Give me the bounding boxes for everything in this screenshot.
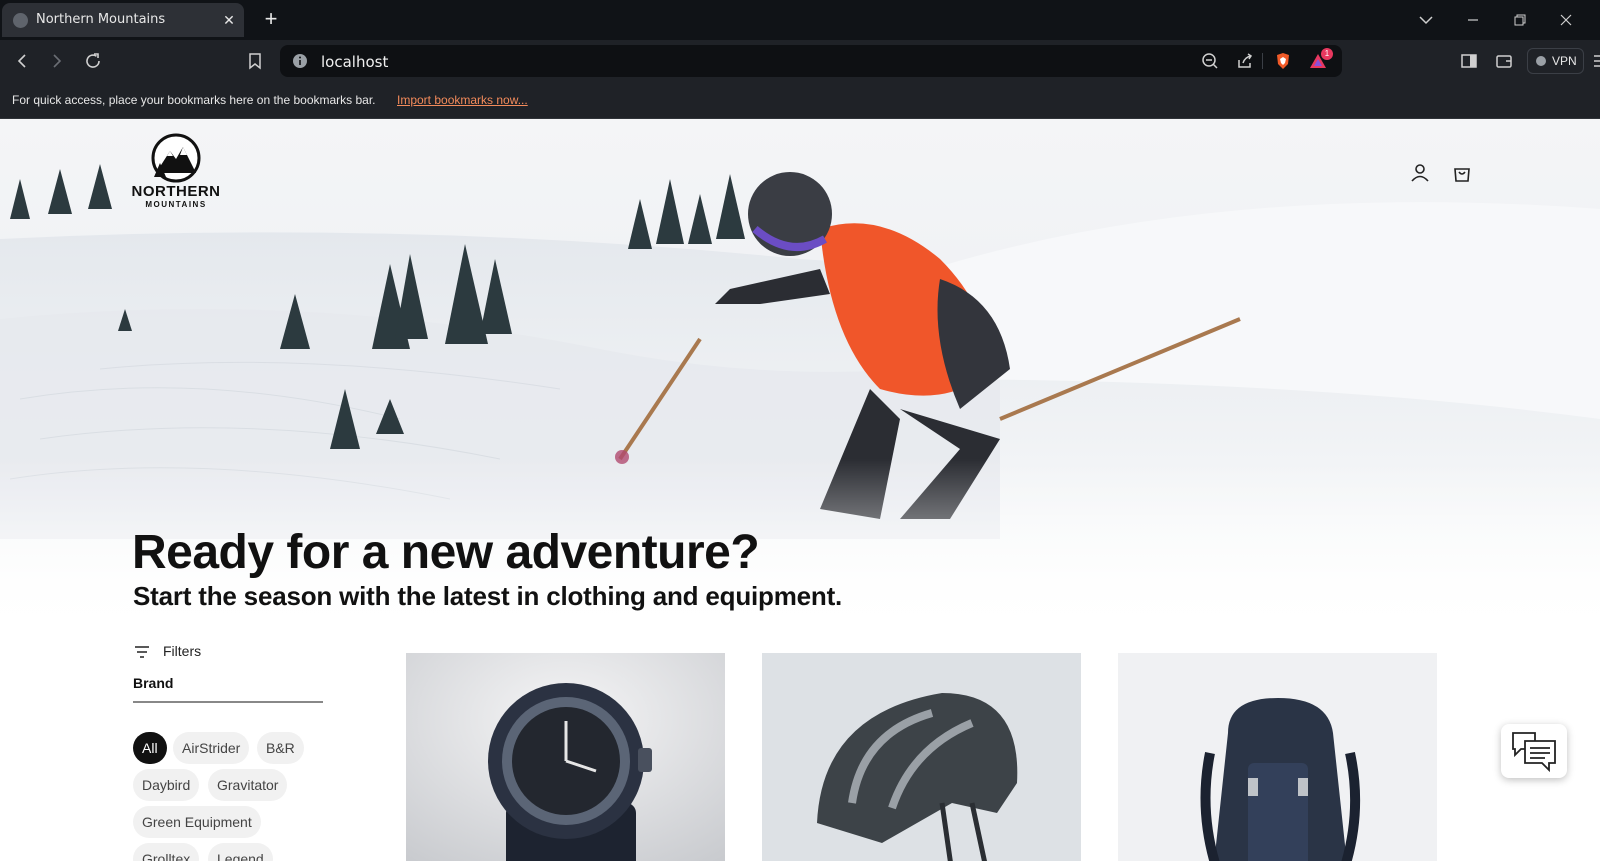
brand-chip-green-equipment[interactable]: Green Equipment	[133, 806, 261, 838]
backpack-image	[1118, 653, 1437, 861]
logo-wordmark: NORTHERN	[131, 183, 221, 200]
share-icon[interactable]	[1235, 51, 1255, 71]
web-page: NORTHERN MOUNTAINS Ready for a new adven…	[0, 119, 1600, 861]
account-icon[interactable]	[1408, 161, 1432, 185]
brand-chip-daybird[interactable]: Daybird	[133, 769, 200, 801]
favicon-icon	[13, 13, 28, 28]
product-card-helmet[interactable]	[762, 653, 1081, 861]
omnibox-divider	[1262, 53, 1263, 69]
mountain-logo-icon	[151, 133, 201, 183]
brand-chip-airstrider[interactable]: AirStrider	[173, 732, 250, 764]
product-card-watch[interactable]	[406, 653, 725, 861]
close-window-icon[interactable]	[1556, 10, 1576, 30]
address-bar[interactable]: localhost 1	[280, 45, 1342, 77]
cart-icon[interactable]	[1450, 161, 1474, 185]
import-bookmarks-link[interactable]: Import bookmarks now...	[397, 93, 528, 107]
rewards-badge: 1	[1321, 48, 1333, 60]
filter-icon	[135, 646, 149, 658]
minimize-icon[interactable]	[1463, 10, 1483, 30]
helmet-image	[762, 653, 1081, 861]
site-info-icon[interactable]	[290, 51, 310, 71]
tab-search-chevron-icon[interactable]	[1416, 10, 1436, 30]
filters-label: Filters	[163, 643, 202, 659]
vpn-status-icon	[1536, 56, 1546, 66]
forward-icon[interactable]	[45, 49, 69, 73]
brand-divider	[133, 701, 323, 703]
bookmarks-bar-hint: For quick access, place your bookmarks h…	[12, 93, 376, 107]
browser-toolbar: localhost 1 VPN	[0, 40, 1600, 82]
chat-widget-button[interactable]	[1501, 724, 1567, 778]
logo-submark: MOUNTAINS	[145, 200, 207, 209]
close-tab-icon[interactable]: ✕	[220, 11, 238, 29]
hero-title: Ready for a new adventure?	[132, 526, 760, 579]
menu-icon[interactable]	[1590, 49, 1600, 73]
browser-tab[interactable]: Northern Mountains ✕	[2, 3, 244, 37]
reload-icon[interactable]	[81, 49, 105, 73]
wallet-icon[interactable]	[1492, 49, 1516, 73]
brand-chip-legend[interactable]: Legend	[208, 843, 273, 861]
back-icon[interactable]	[10, 49, 34, 73]
sidebar-icon[interactable]	[1457, 49, 1481, 73]
url-text: localhost	[321, 53, 389, 71]
brave-shields-icon[interactable]	[1273, 51, 1293, 71]
brand-chip-gravitator[interactable]: Gravitator	[208, 769, 288, 801]
zoom-icon[interactable]	[1200, 51, 1220, 71]
product-card-backpack[interactable]	[1118, 653, 1437, 861]
brand-filter-heading: Brand	[133, 675, 174, 691]
brand-chip-all[interactable]: All	[133, 732, 167, 764]
bookmarks-bar: For quick access, place your bookmarks h…	[0, 82, 1600, 119]
browser-tab-bar: Northern Mountains ✕ +	[0, 0, 1600, 40]
new-tab-button[interactable]: +	[260, 8, 282, 31]
brand-chip-grolltex[interactable]: Grolltex	[133, 843, 200, 861]
hero-subtitle: Start the season with the latest in clot…	[133, 581, 843, 611]
site-logo[interactable]: NORTHERN MOUNTAINS	[130, 133, 222, 213]
vpn-label: VPN	[1552, 54, 1577, 68]
restore-icon[interactable]	[1510, 10, 1530, 30]
tab-title: Northern Mountains	[36, 12, 166, 27]
bookmark-icon[interactable]	[243, 49, 267, 73]
brand-chip-br[interactable]: B&R	[257, 732, 304, 764]
chat-icon	[1512, 732, 1556, 773]
vpn-button[interactable]: VPN	[1527, 48, 1584, 74]
watch-image	[406, 653, 725, 861]
